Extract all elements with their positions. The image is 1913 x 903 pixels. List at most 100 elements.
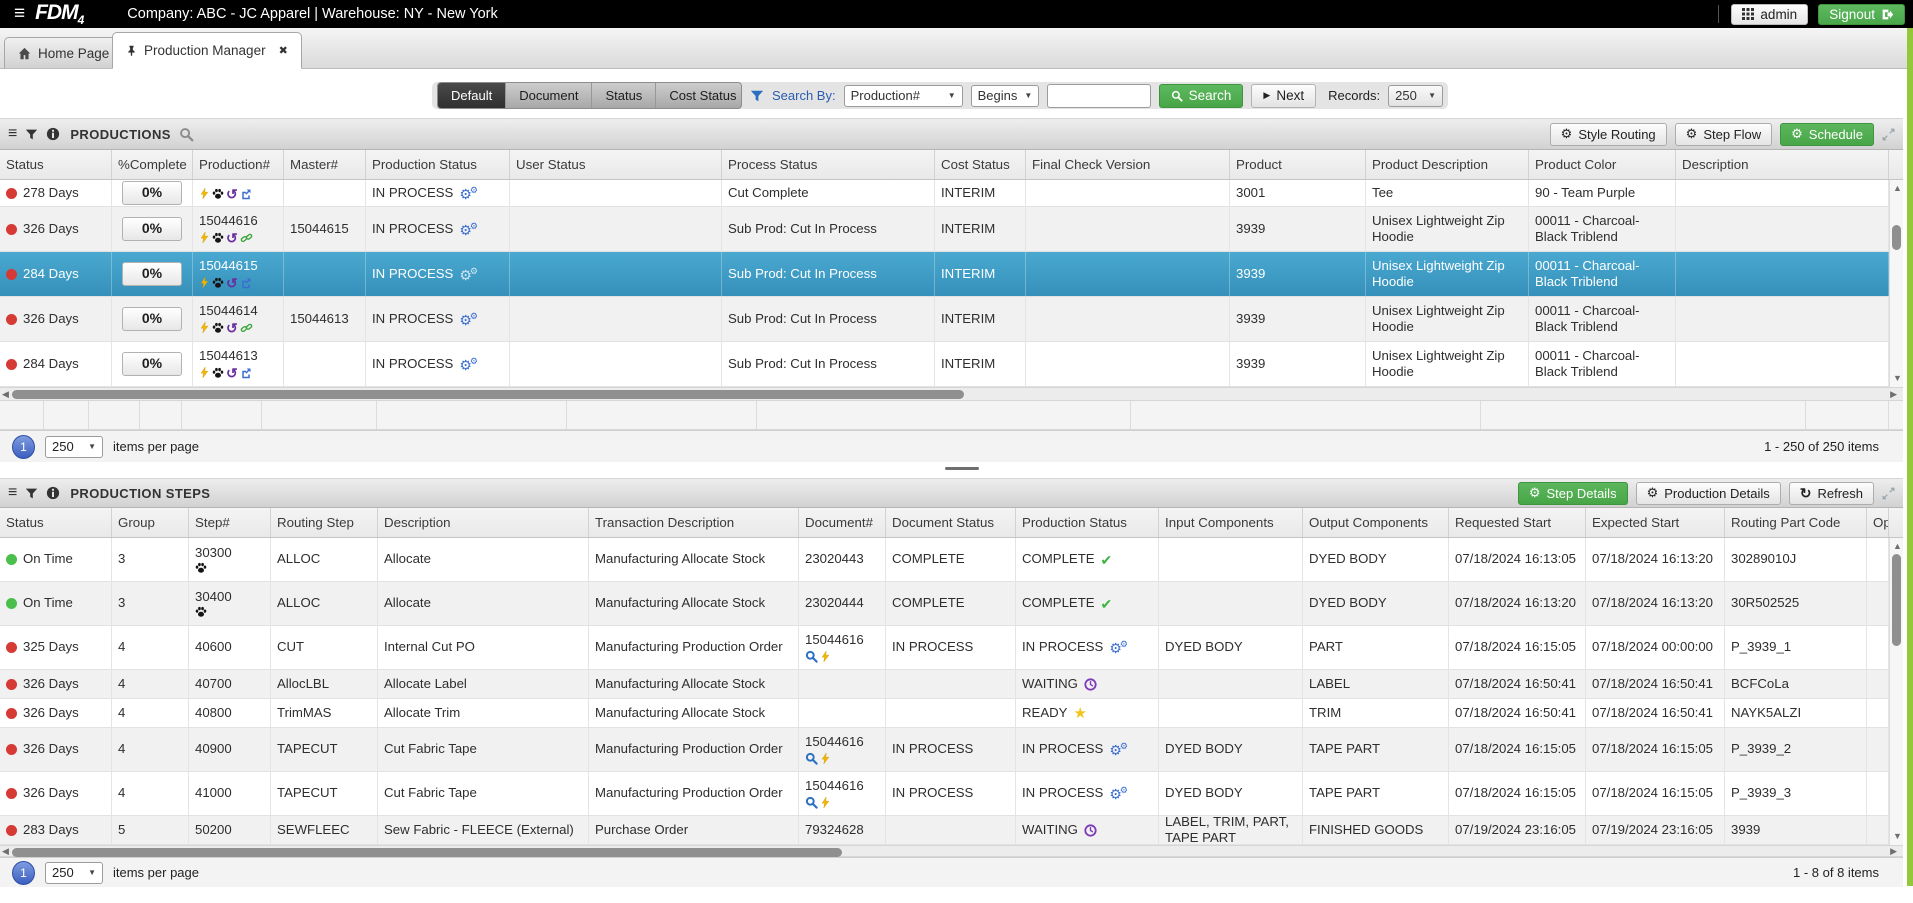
scroll-down-icon[interactable]: ▼ xyxy=(1893,832,1902,841)
history-icon[interactable]: ↺ xyxy=(226,187,238,201)
scroll-down-icon[interactable]: ▼ xyxy=(1893,374,1902,383)
search-field-select[interactable]: Production#▼ xyxy=(844,85,963,107)
style-routing-button[interactable]: ⚙Style Routing xyxy=(1550,123,1667,146)
gears-icon[interactable]: ⚙⚙ xyxy=(459,222,478,237)
scroll-up-icon[interactable]: ▲ xyxy=(1893,542,1902,551)
search-input[interactable] xyxy=(1047,84,1151,108)
table-row[interactable]: 325 Days440600CUTInternal Cut POManufact… xyxy=(0,626,1889,670)
productions-vertical-scrollbar[interactable]: ▲ ▼ xyxy=(1889,180,1903,387)
table-row[interactable]: 284 Days0%15044613↺IN PROCESS⚙⚙Sub Prod:… xyxy=(0,342,1889,387)
column-header-cost_status[interactable]: Cost Status xyxy=(935,150,1026,179)
column-header-description[interactable]: Description xyxy=(378,508,589,537)
percent-complete-box[interactable]: 0% xyxy=(122,352,182,376)
table-row[interactable]: On Time330400ALLOCAllocateManufacturing … xyxy=(0,582,1889,626)
column-header-routing_step[interactable]: Routing Step xyxy=(271,508,378,537)
scroll-right-icon[interactable]: ▶ xyxy=(1890,847,1897,856)
pin-icon[interactable] xyxy=(126,44,137,57)
segment-status[interactable]: Status xyxy=(592,83,656,108)
column-header-step_no[interactable]: Step# xyxy=(189,508,271,537)
column-header-input_components[interactable]: Input Components xyxy=(1159,508,1303,537)
close-icon[interactable]: ✖ xyxy=(279,44,288,57)
column-header-routing_part_code[interactable]: Routing Part Code xyxy=(1725,508,1867,537)
percent-complete-box[interactable]: 0% xyxy=(122,262,182,286)
tab-home-page[interactable]: Home Page xyxy=(4,37,123,69)
column-header-output_components[interactable]: Output Components xyxy=(1303,508,1449,537)
table-row[interactable]: 278 Days0%↺IN PROCESS⚙⚙Cut CompleteINTER… xyxy=(0,180,1889,207)
table-row[interactable]: 326 Days0%15044616↺15044615IN PROCESS⚙⚙S… xyxy=(0,207,1889,252)
column-header-group[interactable]: Group xyxy=(112,508,189,537)
paw-icon[interactable] xyxy=(195,606,207,618)
filter-icon[interactable] xyxy=(25,128,38,141)
paw-icon[interactable] xyxy=(212,367,224,379)
table-row[interactable]: 283 Days550200SEWFLEECSew Fabric - FLEEC… xyxy=(0,816,1889,845)
column-header-final_check_version[interactable]: Final Check Version xyxy=(1026,150,1230,179)
column-header-master[interactable]: Master# xyxy=(284,150,366,179)
refresh-button[interactable]: ↻Refresh xyxy=(1789,482,1874,505)
page-size-select[interactable]: 250▼ xyxy=(45,436,103,458)
step-details-button[interactable]: ⚙Step Details xyxy=(1518,482,1628,505)
history-icon[interactable]: ↺ xyxy=(226,321,238,335)
history-icon[interactable]: ↺ xyxy=(226,366,238,380)
column-header-product_description[interactable]: Product Description xyxy=(1366,150,1529,179)
scroll-left-icon[interactable]: ◀ xyxy=(2,847,9,856)
percent-complete-box[interactable]: 0% xyxy=(122,181,182,205)
expand-icon[interactable] xyxy=(1882,128,1895,141)
gears-icon[interactable]: ⚙⚙ xyxy=(459,312,478,327)
page-number-button[interactable]: 1 xyxy=(12,861,35,885)
segment-default[interactable]: Default xyxy=(438,83,506,108)
paw-icon[interactable] xyxy=(212,232,224,244)
paw-icon[interactable] xyxy=(212,188,224,200)
percent-complete-box[interactable]: 0% xyxy=(122,307,182,331)
records-select[interactable]: 250▼ xyxy=(1388,85,1443,107)
page-number-button[interactable]: 1 xyxy=(12,435,35,459)
magnify-icon[interactable] xyxy=(805,752,818,765)
scrollbar-thumb[interactable] xyxy=(12,848,842,857)
step-flow-button[interactable]: ⚙Step Flow xyxy=(1675,123,1772,146)
extlink-icon[interactable] xyxy=(240,367,252,379)
table-row[interactable]: On Time330300ALLOCAllocateManufacturing … xyxy=(0,538,1889,582)
menu-icon[interactable]: ≡ xyxy=(8,126,17,142)
chain-icon[interactable] xyxy=(240,322,253,334)
steps-horizontal-scrollbar[interactable]: ◀ ▶ xyxy=(0,845,1903,857)
production-details-button[interactable]: ⚙Production Details xyxy=(1636,482,1781,505)
info-icon[interactable] xyxy=(46,486,60,500)
column-header-transaction_description[interactable]: Transaction Description xyxy=(589,508,799,537)
column-header-requested_start[interactable]: Requested Start xyxy=(1449,508,1586,537)
lightning-icon[interactable] xyxy=(199,187,210,200)
magnify-icon[interactable] xyxy=(805,796,818,809)
history-icon[interactable]: ↺ xyxy=(226,276,238,290)
table-row[interactable]: 326 Days440900TAPECUTCut Fabric TapeManu… xyxy=(0,728,1889,772)
column-header-user_status[interactable]: User Status xyxy=(510,150,722,179)
schedule-button[interactable]: ⚙Schedule xyxy=(1780,123,1874,146)
search-operator-select[interactable]: Begins▼ xyxy=(971,85,1039,107)
page-size-select[interactable]: 250▼ xyxy=(45,862,103,884)
lightning-icon[interactable] xyxy=(199,366,210,379)
gears-icon[interactable]: ⚙⚙ xyxy=(459,357,478,372)
menu-icon[interactable]: ≡ xyxy=(8,485,17,501)
search-button[interactable]: Search xyxy=(1159,84,1244,108)
column-header-description[interactable]: Description xyxy=(1676,150,1889,179)
info-icon[interactable] xyxy=(46,127,60,141)
table-row[interactable]: 326 Days440700AllocLBLAllocate LabelManu… xyxy=(0,670,1889,699)
column-header-document_status[interactable]: Document Status xyxy=(886,508,1016,537)
search-icon[interactable] xyxy=(179,127,194,142)
extlink-icon[interactable] xyxy=(240,188,252,200)
segment-document[interactable]: Document xyxy=(506,83,592,108)
column-header-expected_start[interactable]: Expected Start xyxy=(1586,508,1725,537)
lightning-icon[interactable] xyxy=(820,796,831,809)
signout-button[interactable]: Signout xyxy=(1818,4,1905,25)
tab-production-manager[interactable]: Production Manager ✖ xyxy=(112,32,302,69)
admin-button[interactable]: admin xyxy=(1731,4,1808,25)
expand-icon[interactable] xyxy=(1882,487,1895,500)
column-header-production_no[interactable]: Production# xyxy=(193,150,284,179)
scrollbar-thumb[interactable] xyxy=(1892,554,1901,646)
lightning-icon[interactable] xyxy=(199,231,210,244)
column-header-pct[interactable]: %Complete xyxy=(112,150,193,179)
scrollbar-thumb[interactable] xyxy=(1892,225,1901,250)
segment-cost-status[interactable]: Cost Status xyxy=(656,83,742,108)
paw-icon[interactable] xyxy=(195,562,207,574)
filter-icon[interactable] xyxy=(25,487,38,500)
gears-icon[interactable]: ⚙⚙ xyxy=(1109,640,1128,655)
column-header-process_status[interactable]: Process Status xyxy=(722,150,935,179)
gears-icon[interactable]: ⚙⚙ xyxy=(1109,742,1128,757)
